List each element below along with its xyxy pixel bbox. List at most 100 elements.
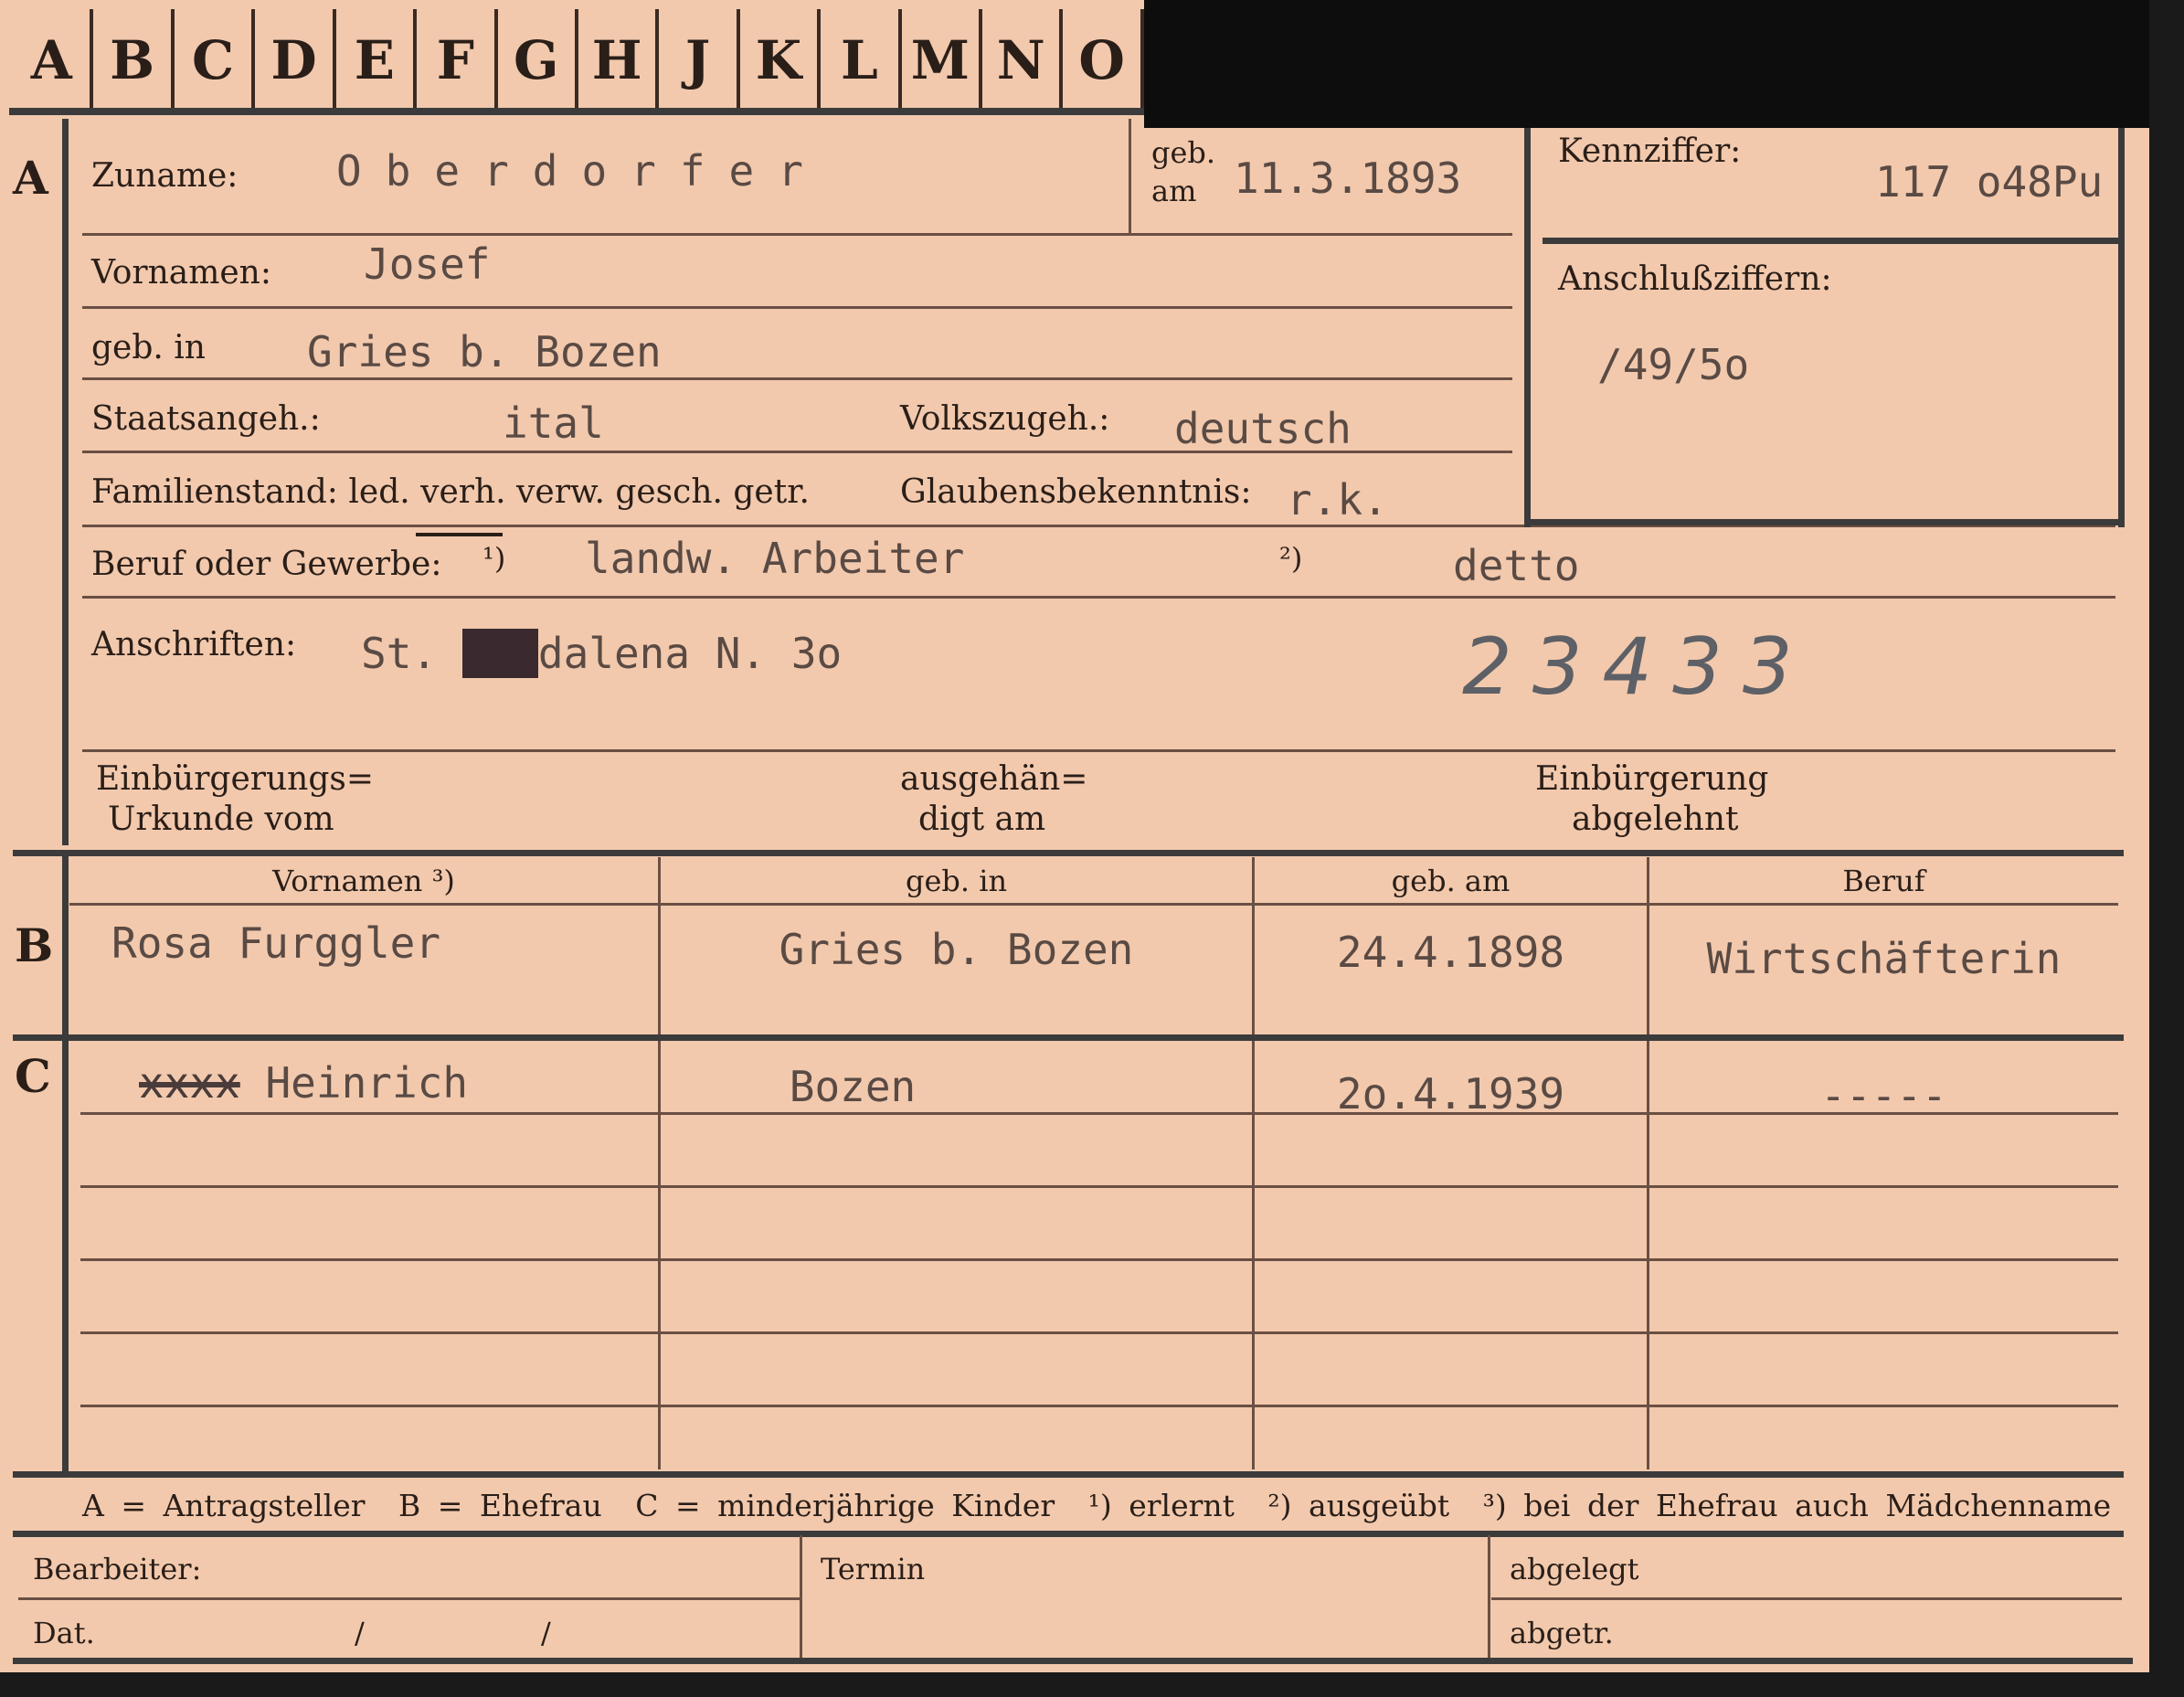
table-header-firstnames: Vornamen ³) bbox=[272, 864, 455, 898]
child-rule-3 bbox=[80, 1258, 2118, 1261]
section-a-left-border bbox=[62, 119, 69, 845]
footer-left-rule bbox=[18, 1597, 800, 1600]
date-label: Dat. bbox=[33, 1616, 95, 1650]
birthdate-value: 11.3.1893 bbox=[1234, 154, 1462, 203]
index-box-divider bbox=[1543, 238, 2118, 244]
tab-b: B bbox=[93, 9, 175, 111]
tab-h: H bbox=[578, 9, 660, 111]
naturalization-label-line1: Einbürgerungs= bbox=[96, 760, 375, 798]
legend-learned: ¹) erlernt bbox=[1087, 1488, 1235, 1523]
surname-value: Oberdorfer bbox=[336, 146, 827, 196]
rule-address bbox=[82, 749, 2115, 752]
scan-background-top bbox=[1144, 0, 2184, 128]
tab-m: M bbox=[902, 9, 983, 111]
address-rest: dalena N. 3o bbox=[537, 629, 843, 678]
naturalization-label-line2: Urkunde vom bbox=[108, 801, 334, 838]
profession-marker-practiced: ²) bbox=[1279, 541, 1303, 576]
tab-g: G bbox=[498, 9, 578, 111]
index-box-left bbox=[1524, 128, 1531, 527]
child-rule-2 bbox=[80, 1185, 2118, 1188]
tab-o: O bbox=[1063, 9, 1144, 111]
date-slash-2: / bbox=[541, 1616, 551, 1650]
spouse-profession: Wirtschäfterin bbox=[1706, 934, 2062, 983]
connection-value: /49/5o bbox=[1597, 340, 1750, 389]
tab-k: K bbox=[740, 9, 822, 111]
alphabet-tabs: A B C D E F G H J K L M N O bbox=[13, 9, 1144, 111]
rule-profession bbox=[82, 596, 2115, 599]
refused-label-line1: Einbürgerung bbox=[1535, 760, 1769, 798]
religion-value: r.k. bbox=[1287, 475, 1388, 525]
child-name: xxxx Heinrich bbox=[139, 1058, 468, 1108]
rule-surname bbox=[82, 233, 1512, 236]
scan-background-right bbox=[2149, 0, 2184, 1697]
profession-practiced-value: detto bbox=[1453, 541, 1580, 590]
footer-divider-2 bbox=[1488, 1535, 1490, 1663]
tab-e: E bbox=[336, 9, 418, 111]
footer-right-rule bbox=[1491, 1597, 2122, 1600]
birthdate-label-top: geb. bbox=[1151, 135, 1216, 170]
legend: A = Antragsteller B = Ehefrau C = minder… bbox=[82, 1488, 2127, 1523]
tab-a: A bbox=[13, 9, 94, 111]
legend-children: C = minderjährige Kinder bbox=[635, 1488, 1055, 1523]
footer-divider-1 bbox=[800, 1535, 802, 1663]
child-firstname: Heinrich bbox=[265, 1058, 469, 1108]
child-rule-1 bbox=[80, 1112, 2118, 1115]
address-prefix: St. bbox=[361, 629, 438, 678]
birthplace-value: Gries b. Bozen bbox=[307, 327, 662, 377]
code-value: 117 o48Pu bbox=[1875, 157, 2104, 207]
tab-j: J bbox=[659, 9, 740, 111]
scan-background-bottom bbox=[0, 1672, 2184, 1697]
tab-d: D bbox=[255, 9, 336, 111]
table-header-birthplace: geb. in bbox=[905, 864, 1008, 898]
legend-wife: B = Ehefrau bbox=[398, 1488, 602, 1523]
rule-legend-top bbox=[13, 1471, 2124, 1478]
tabs-underline bbox=[9, 108, 1144, 115]
rule-birthplace bbox=[82, 377, 1512, 380]
child-birthdate: 2o.4.1939 bbox=[1336, 1069, 1565, 1119]
filed-label: abgelegt bbox=[1510, 1552, 1639, 1586]
sent-label: abgetr. bbox=[1510, 1616, 1614, 1650]
tab-n: N bbox=[982, 9, 1064, 111]
profession-label: Beruf oder Gewerbe: bbox=[91, 546, 442, 583]
tab-l: L bbox=[821, 9, 902, 111]
citizenship-label: Staatsangeh.: bbox=[91, 400, 321, 438]
spouse-name: Rosa Furggler bbox=[111, 918, 441, 968]
section-bc-left-border bbox=[62, 854, 69, 1476]
date-slash-1: / bbox=[355, 1616, 365, 1650]
marital-status-underline bbox=[416, 533, 503, 536]
firstnames-value: Josef bbox=[364, 239, 491, 289]
tab-c: C bbox=[175, 9, 256, 111]
spouse-birthdate: 24.4.1898 bbox=[1336, 928, 1565, 977]
legend-applicant: A = Antragsteller bbox=[82, 1488, 366, 1523]
section-a-marker: A bbox=[13, 151, 48, 205]
index-box-bottom bbox=[1524, 519, 2125, 525]
deadline-label: Termin bbox=[821, 1552, 926, 1586]
handwritten-number: 23433 bbox=[1462, 621, 1813, 713]
firstnames-label: Vornamen: bbox=[91, 254, 271, 292]
code-label: Kennziffer: bbox=[1558, 133, 1742, 170]
profession-learned-value: landw. Arbeiter bbox=[585, 534, 965, 583]
handed-over-label-line2: digt am bbox=[918, 801, 1046, 838]
connection-label: Anschlußziffern: bbox=[1558, 260, 1832, 298]
rule-table-header bbox=[69, 903, 2118, 906]
address-struck-text: Mag bbox=[461, 629, 538, 678]
refused-label-line2: abgelehnt bbox=[1572, 801, 1739, 838]
birthdate-label-bottom: am bbox=[1151, 174, 1197, 208]
address-value: St. Magdalena N. 3o bbox=[361, 629, 842, 678]
child-rule-5 bbox=[80, 1405, 2118, 1407]
marital-status-label: Familienstand: led. verh. verw. gesch. g… bbox=[91, 473, 810, 511]
table-header-profession: Beruf bbox=[1842, 864, 1925, 898]
ethnicity-value: deutsch bbox=[1174, 404, 1352, 453]
index-box-right bbox=[2118, 128, 2125, 527]
address-label: Anschriften: bbox=[91, 626, 297, 663]
child-name-struck: xxxx bbox=[139, 1058, 240, 1108]
child-rule-4 bbox=[80, 1331, 2118, 1334]
profession-marker-learned: ¹) bbox=[482, 541, 506, 576]
legend-maiden-name: ³) bei der Ehefrau auch Mädchenname bbox=[1482, 1488, 2112, 1523]
surname-label: Zuname: bbox=[91, 157, 239, 195]
child-birthplace: Bozen bbox=[789, 1062, 917, 1111]
section-b-marker: B bbox=[15, 918, 54, 972]
legend-practiced: ²) ausgeübt bbox=[1267, 1488, 1450, 1523]
rule-footer-top bbox=[13, 1531, 2124, 1537]
rule-section-c-top bbox=[13, 1034, 2124, 1041]
